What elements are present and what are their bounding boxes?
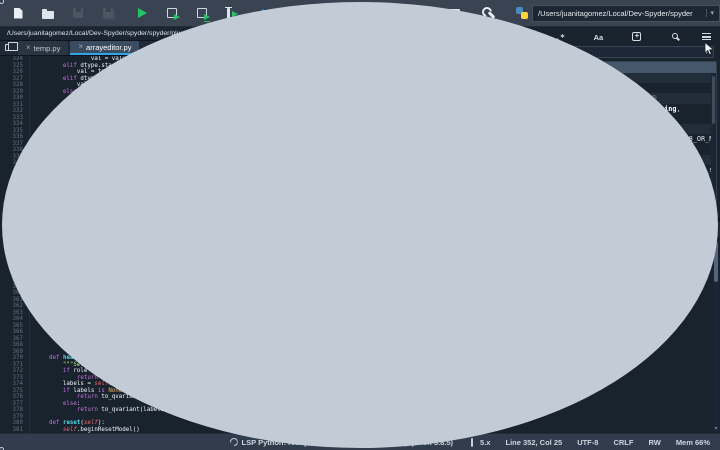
- tab-label: temp.py: [34, 44, 61, 53]
- close-tab-icon[interactable]: ×: [26, 44, 31, 52]
- status-text: Mem 66%: [676, 438, 710, 447]
- eol-status: CRLF: [613, 438, 633, 447]
- working-directory-value: /Users/juanitagomez/Local/Dev-Spyder/spy…: [538, 9, 693, 18]
- readwrite-status: RW: [648, 438, 660, 447]
- toolbar-group: [8, 3, 118, 23]
- run-cell-advance-button[interactable]: [192, 3, 212, 23]
- memory-status: Mem 66%: [676, 438, 710, 447]
- branch-icon: [471, 438, 473, 447]
- new-file-button[interactable]: [8, 3, 28, 23]
- save-file-icon: [73, 8, 83, 18]
- line-number: 381: [0, 427, 23, 434]
- spyder-window: /Users/juanitagomez/Local/Dev-Spyder/spy…: [0, 0, 720, 450]
- pythonpath-manager-button[interactable]: [512, 3, 532, 23]
- run-file-icon: [138, 8, 147, 18]
- hamburger-icon: [702, 33, 711, 40]
- options-menu-button[interactable]: [698, 29, 714, 43]
- encoding-status: UTF-8: [577, 438, 598, 447]
- run-file-button[interactable]: [132, 3, 152, 23]
- search-button[interactable]: [667, 29, 683, 43]
- conda-icon: [323, 438, 331, 446]
- status-text: UTF-8: [577, 438, 598, 447]
- toolbar-right: /Users/juanitagomez/Local/Dev-Spyder/spy…: [532, 3, 720, 23]
- save-all-icon: [103, 8, 113, 18]
- run-cell-icon: [167, 8, 177, 18]
- chevron-down-icon[interactable]: ▾: [706, 9, 714, 17]
- run-cell-button[interactable]: [162, 3, 182, 23]
- git-branch-status: 5.x: [468, 438, 490, 447]
- working-directory-combo[interactable]: /Users/juanitagomez/Local/Dev-Spyder/spy…: [532, 5, 720, 22]
- status-text: RW: [648, 438, 660, 447]
- toolbar-group: [512, 3, 532, 23]
- browse-tabs-button[interactable]: [0, 40, 18, 55]
- tab-temp.py[interactable]: ×temp.py: [18, 41, 68, 55]
- pythonpath-manager-icon: [516, 7, 528, 19]
- scroll-down-arrow-icon[interactable]: ▾: [713, 425, 719, 432]
- run-cell-advance-icon: [197, 8, 207, 18]
- chevron-down-icon[interactable]: ▾: [705, 49, 708, 56]
- case-sensitive-icon: [594, 27, 604, 45]
- status-text: 5.x: [480, 438, 490, 447]
- open-file-button[interactable]: [38, 3, 58, 23]
- tab-arrayeditor.py[interactable]: ×arrayeditor.py: [70, 41, 139, 55]
- save-file-button[interactable]: [68, 3, 88, 23]
- tab-label: arrayeditor.py: [86, 43, 131, 52]
- status-bar: LSP Python: readyconda: spyder-dev (Pyth…: [0, 433, 720, 450]
- stack-icon: [5, 44, 13, 51]
- status-text: CRLF: [613, 438, 633, 447]
- search-icon: [672, 33, 678, 39]
- exclude-icon: [632, 32, 641, 41]
- console-scrollbar[interactable]: ▾: [713, 240, 719, 432]
- cursor-position: Line 352, Col 25: [505, 438, 562, 447]
- scrollbar-thumb[interactable]: [712, 76, 715, 124]
- open-file-icon: [42, 11, 54, 19]
- close-tab-icon[interactable]: ×: [78, 43, 83, 51]
- case-sensitive-button[interactable]: [590, 29, 606, 43]
- lsp-icon: [230, 438, 238, 446]
- exclude-button[interactable]: [629, 29, 645, 43]
- new-file-icon: [14, 8, 23, 19]
- status-text: Line 352, Col 25: [505, 438, 562, 447]
- save-all-button[interactable]: [98, 3, 118, 23]
- conda-env-status: conda: spyder-dev (Python 3.8.5): [323, 438, 453, 447]
- editor-tabs: ×temp.py×arrayeditor.py: [18, 40, 139, 55]
